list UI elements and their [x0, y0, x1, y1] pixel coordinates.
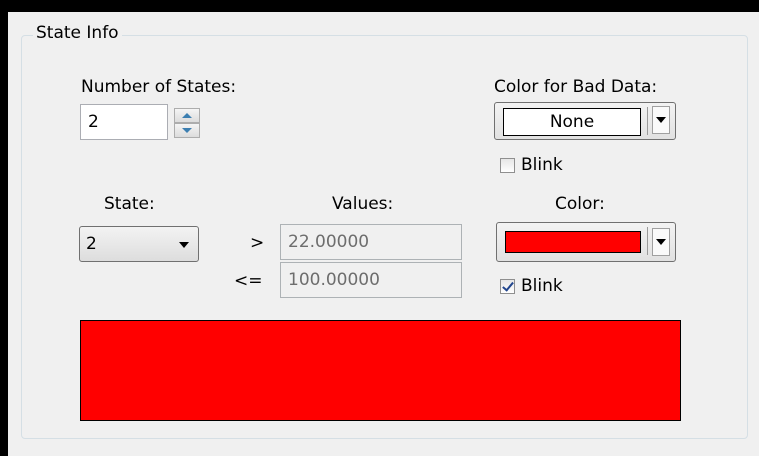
- state-blink-checkbox[interactable]: [500, 278, 515, 294]
- state-dropdown[interactable]: 2: [79, 226, 199, 262]
- bad-data-blink-label: Blink: [521, 155, 563, 175]
- state-color-combo[interactable]: [496, 222, 676, 262]
- up-arrow-icon: [182, 113, 192, 118]
- chevron-down-icon: [656, 239, 666, 245]
- bad-data-color-value: None: [503, 108, 641, 136]
- chevron-down-icon: [179, 242, 189, 248]
- state-label: State:: [104, 194, 155, 214]
- combo-separator: [647, 107, 648, 135]
- chevron-down-icon: [656, 117, 666, 123]
- spin-down-button[interactable]: [174, 123, 200, 138]
- bad-data-color-combo[interactable]: None: [494, 102, 676, 140]
- bad-data-blink-row[interactable]: Blink: [500, 155, 563, 175]
- num-states-label: Number of States:: [81, 77, 237, 97]
- down-arrow-icon: [182, 128, 192, 133]
- spin-up-button[interactable]: [174, 108, 200, 123]
- less-equal-operator: <=: [234, 271, 263, 291]
- bad-data-color-dropdown-button[interactable]: [652, 106, 670, 134]
- bad-data-color-label: Color for Bad Data:: [494, 77, 658, 97]
- greater-than-operator: >: [250, 233, 265, 253]
- num-states-spinner[interactable]: [174, 108, 202, 138]
- greater-than-value-field[interactable]: 22.00000: [280, 224, 462, 260]
- less-equal-value-field[interactable]: 100.00000: [280, 262, 462, 298]
- values-label: Values:: [332, 194, 394, 214]
- num-states-input[interactable]: 2: [80, 104, 168, 140]
- state-blink-label: Blink: [521, 276, 563, 296]
- state-dropdown-value: 2: [86, 234, 97, 254]
- combo-separator: [647, 227, 648, 255]
- state-color-label: Color:: [555, 194, 605, 214]
- bad-data-blink-checkbox[interactable]: [500, 157, 515, 173]
- state-color-dropdown-button[interactable]: [652, 228, 670, 256]
- color-preview: [80, 320, 681, 421]
- state-color-swatch: [505, 231, 641, 253]
- group-title: State Info: [33, 21, 122, 45]
- state-blink-row[interactable]: Blink: [500, 276, 563, 296]
